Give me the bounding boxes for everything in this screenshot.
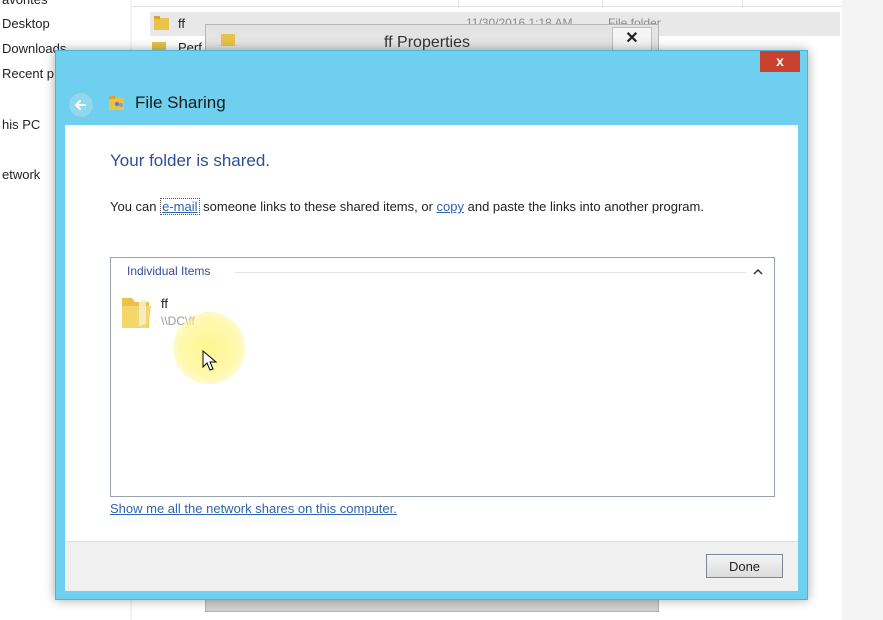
done-button[interactable]: Done [706, 554, 783, 578]
group-header-label: Individual Items [127, 264, 211, 278]
nav-item-recent-places[interactable]: Recent p [2, 66, 54, 81]
shared-status-heading: Your folder is shared. [110, 151, 271, 170]
properties-close-button[interactable]: ✕ [612, 27, 652, 51]
dialog-footer: Done [65, 541, 798, 591]
folder-icon [122, 298, 151, 328]
shared-item-name[interactable]: ff [161, 296, 168, 311]
nav-item-network[interactable]: etwork [2, 167, 40, 182]
description-text: someone links to these shared items, or [199, 199, 437, 214]
shared-folder-icon [109, 96, 124, 110]
column-divider[interactable] [458, 0, 459, 8]
dialog-title: File Sharing [135, 93, 226, 112]
shared-items-list[interactable]: Individual Items ff \\DC\ff [110, 257, 775, 497]
nav-item-favorites[interactable]: avorites [2, 0, 48, 7]
file-sharing-dialog: x File Sharing Your folder is shared. Yo… [55, 50, 808, 600]
folder-icon [154, 16, 169, 30]
column-header-border [132, 6, 842, 7]
email-link[interactable]: e-mail [160, 198, 200, 215]
chevron-up-icon[interactable] [752, 266, 764, 278]
copy-link[interactable]: copy [437, 199, 464, 214]
column-divider[interactable] [742, 0, 743, 8]
mouse-cursor-icon [202, 350, 218, 371]
back-button[interactable] [69, 93, 93, 117]
show-network-shares-link[interactable]: Show me all the network shares on this c… [110, 501, 397, 516]
cursor-highlight [173, 312, 245, 384]
description-text: You can [110, 199, 161, 214]
nav-item-desktop[interactable]: Desktop [2, 16, 50, 31]
close-button[interactable]: x [760, 51, 800, 72]
nav-item-this-pc[interactable]: his PC [2, 117, 40, 132]
folder-icon [221, 34, 235, 46]
description-text: and paste the links into another program… [464, 199, 704, 214]
sharing-description: You can e-mail someone links to these sh… [110, 198, 704, 215]
dialog-content: Your folder is shared. You can e-mail so… [65, 125, 798, 541]
back-arrow-icon [75, 100, 86, 110]
column-divider[interactable] [602, 0, 603, 8]
group-header-divider [235, 272, 746, 273]
properties-footer [206, 599, 658, 611]
file-name: ff [178, 16, 185, 31]
